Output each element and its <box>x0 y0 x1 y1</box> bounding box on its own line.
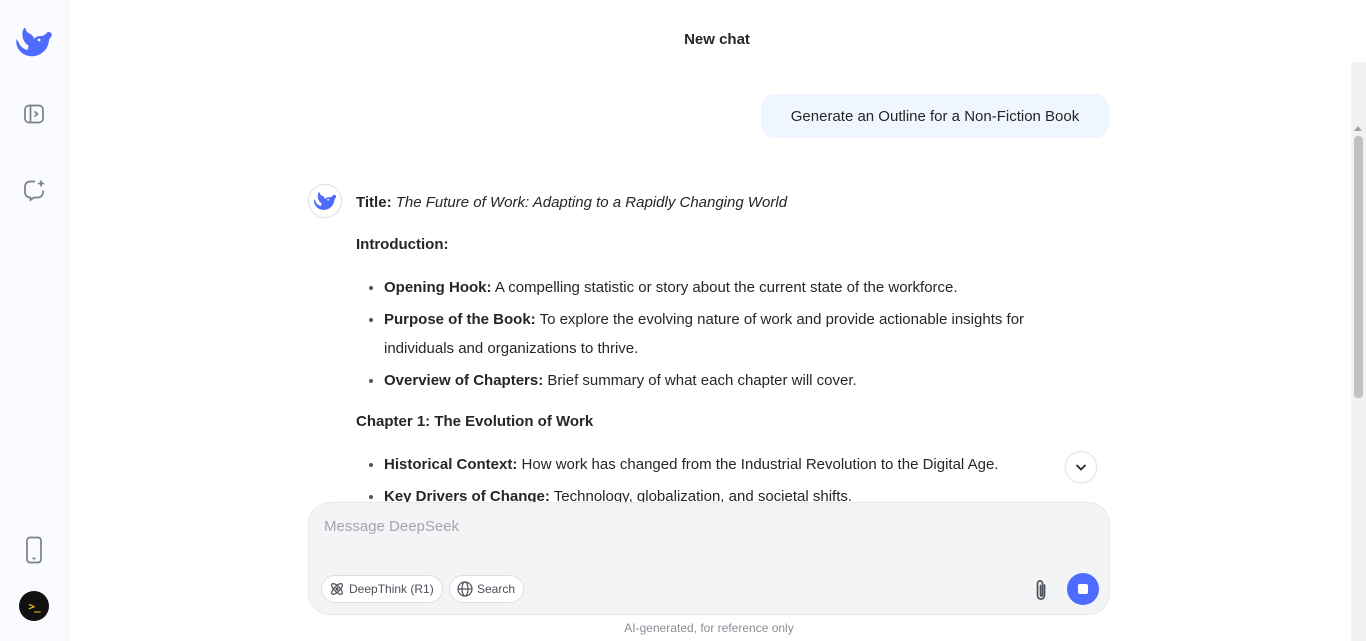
intro-list: Opening Hook: A compelling statistic or … <box>356 273 1096 395</box>
list-item: Overview of Chapters: Brief summary of w… <box>384 366 1096 395</box>
sidebar: >_ <box>0 0 69 641</box>
chat-scrollbar[interactable] <box>1351 62 1366 641</box>
message-composer: DeepThink (R1) Search <box>308 502 1110 615</box>
scrollbar-thumb[interactable] <box>1354 136 1363 398</box>
page-title: New chat <box>684 31 750 48</box>
search-button[interactable]: Search <box>449 575 525 603</box>
search-label: Search <box>477 582 516 596</box>
assistant-message: Title: The Future of Work: Adapting to a… <box>356 188 1096 502</box>
sidebar-toggle-icon[interactable] <box>18 98 50 130</box>
user-message: Generate an Outline for a Non-Fiction Bo… <box>761 94 1109 138</box>
message-input[interactable] <box>322 516 1086 550</box>
deepthink-label: DeepThink (R1) <box>349 582 434 596</box>
assistant-avatar <box>308 184 342 218</box>
attach-file-button[interactable] <box>1029 576 1053 604</box>
answer-title: Title: The Future of Work: Adapting to a… <box>356 194 788 211</box>
paperclip-icon <box>1036 580 1046 600</box>
terminal-avatar-icon: >_ <box>28 599 40 613</box>
disclaimer-text: AI-generated, for reference only <box>624 621 794 635</box>
whale-logo-icon <box>313 192 337 210</box>
user-message-text: Generate an Outline for a Non-Fiction Bo… <box>790 107 1080 125</box>
list-item: Key Drivers of Change: Technology, globa… <box>384 482 1096 502</box>
user-avatar[interactable]: >_ <box>19 591 49 621</box>
list-item: Opening Hook: A compelling statistic or … <box>384 273 1096 302</box>
list-item: Historical Context: How work has changed… <box>384 450 1096 479</box>
deepthink-button[interactable]: DeepThink (R1) <box>321 575 443 603</box>
scroll-to-bottom-button[interactable] <box>1065 451 1097 483</box>
scroll-up-arrow-icon[interactable] <box>1354 126 1362 131</box>
stop-icon <box>1078 584 1088 594</box>
new-chat-icon[interactable] <box>18 174 50 206</box>
mobile-app-icon[interactable] <box>18 534 50 566</box>
intro-heading: Introduction: <box>356 236 449 253</box>
atom-icon <box>331 583 343 595</box>
chevron-down-icon <box>1075 464 1087 471</box>
globe-icon <box>457 581 473 597</box>
stop-generation-button[interactable] <box>1067 573 1099 605</box>
chapter1-heading: Chapter 1: The Evolution of Work <box>356 413 594 430</box>
list-item: Purpose of the Book: To explore the evol… <box>384 305 1096 363</box>
chapter1-list: Historical Context: How work has changed… <box>356 450 1096 502</box>
